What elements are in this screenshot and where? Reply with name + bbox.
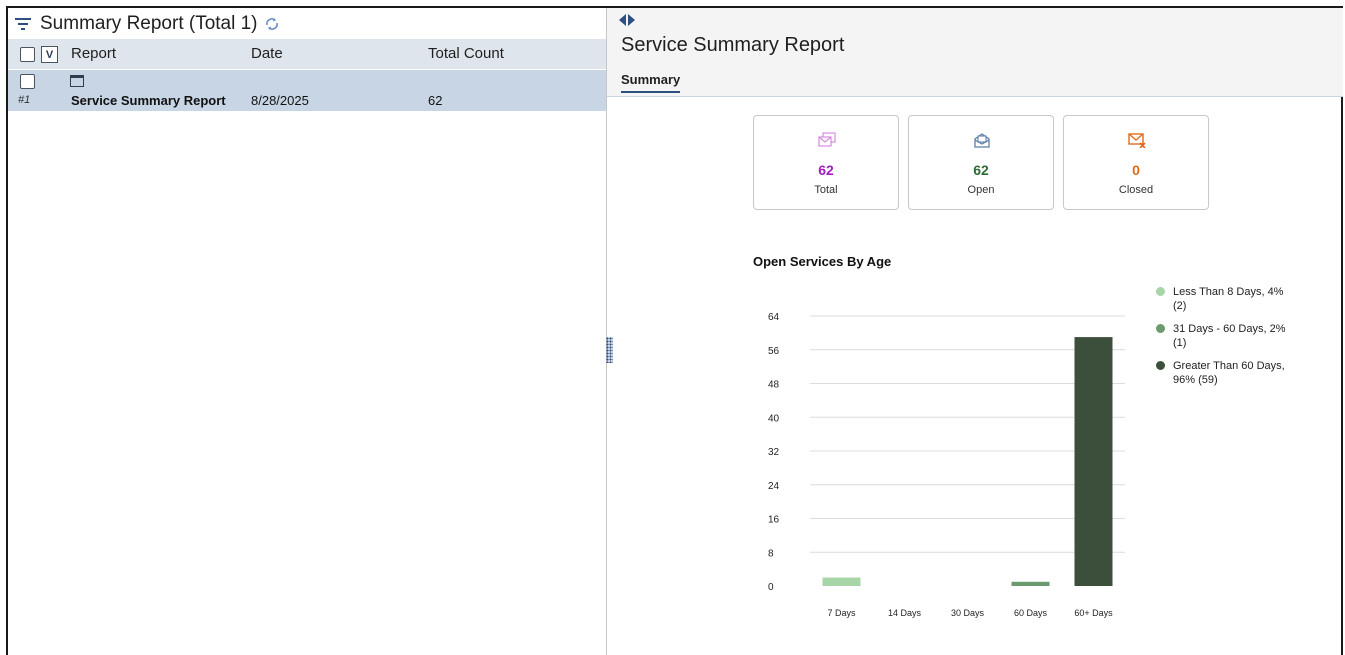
row-number: #1 — [18, 94, 31, 106]
row-total-count: 62 — [428, 93, 443, 108]
y-tick-label: 16 — [768, 515, 780, 526]
y-tick-label: 40 — [768, 413, 780, 424]
report-list-panel: Summary Report (Total 1) V Report Date T… — [8, 8, 606, 655]
filter-icon[interactable] — [14, 15, 32, 33]
y-tick-label: 8 — [768, 548, 774, 559]
x-tick-label: 60 Days — [1014, 608, 1048, 618]
column-header-total-count[interactable]: Total Count — [428, 45, 504, 62]
x-tick-label: 14 Days — [888, 608, 922, 618]
report-detail-panel: Service Summary Report Summary 62 Total … — [607, 8, 1343, 655]
select-options-dropdown[interactable]: V — [41, 46, 58, 63]
bar-60-days[interactable] — [1074, 337, 1113, 586]
report-row[interactable]: #1 Service Summary Report 8/28/2025 62 — [8, 70, 606, 111]
report-list-column-header: V Report Date Total Count — [8, 39, 606, 69]
legend-label: Greater Than 60 Days, 96% (59) — [1173, 360, 1285, 386]
legend-label: Less Than 8 Days, 4% (2) — [1173, 286, 1284, 312]
x-tick-label: 7 Days — [827, 608, 856, 618]
select-all-checkbox[interactable] — [20, 47, 35, 62]
refresh-icon[interactable] — [264, 16, 280, 32]
y-tick-label: 56 — [768, 346, 780, 357]
bar-60-days[interactable] — [1011, 581, 1050, 586]
legend-item[interactable]: Less Than 8 Days, 4% (2) — [1156, 285, 1286, 313]
legend-label: 31 Days - 60 Days, 2% (1) — [1173, 323, 1286, 349]
row-report-name: Service Summary Report — [71, 93, 226, 108]
x-tick-label: 30 Days — [951, 608, 985, 618]
y-tick-label: 24 — [768, 481, 780, 492]
x-tick-label: 60+ Days — [1074, 608, 1113, 618]
legend-swatch — [1156, 361, 1165, 370]
legend-swatch — [1156, 287, 1165, 296]
chart-legend: Less Than 8 Days, 4% (2) 31 Days - 60 Day… — [1156, 285, 1286, 396]
report-window-icon — [70, 75, 84, 87]
row-date: 8/28/2025 — [251, 93, 309, 108]
y-tick-label: 32 — [768, 447, 780, 458]
y-tick-label: 48 — [768, 380, 780, 391]
column-header-report[interactable]: Report — [71, 45, 116, 62]
column-header-date[interactable]: Date — [251, 45, 283, 62]
row-checkbox[interactable] — [20, 74, 35, 89]
report-list-header: Summary Report (Total 1) — [8, 8, 606, 39]
legend-swatch — [1156, 324, 1165, 333]
legend-item[interactable]: 31 Days - 60 Days, 2% (1) — [1156, 322, 1286, 350]
report-list-title: Summary Report (Total 1) — [40, 12, 258, 34]
legend-item[interactable]: Greater Than 60 Days, 96% (59) — [1156, 359, 1286, 387]
y-tick-label: 64 — [768, 312, 780, 323]
bar-7-days[interactable] — [822, 577, 861, 586]
y-tick-label: 0 — [768, 582, 774, 593]
